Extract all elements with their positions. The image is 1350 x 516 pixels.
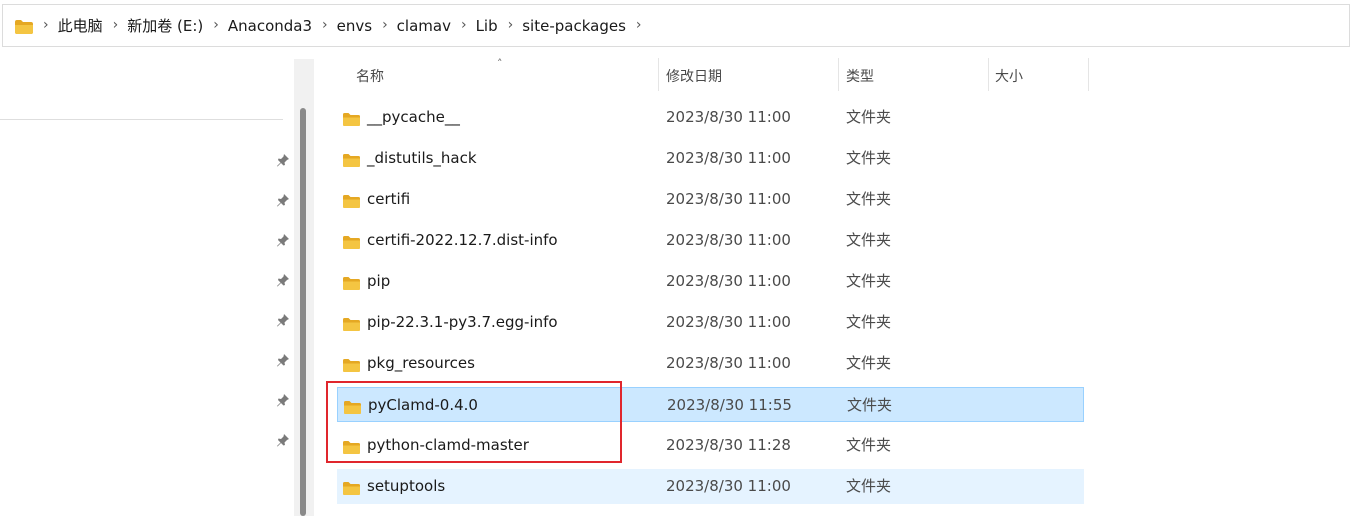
- file-row[interactable]: pip-22.3.1-py3.7.egg-info 2023/8/30 11:00…: [337, 305, 1084, 340]
- breadcrumb-item[interactable]: envs: [337, 17, 372, 35]
- folder-icon: [343, 234, 360, 249]
- column-header-name[interactable]: 名称: [356, 66, 384, 86]
- file-modified-date: 2023/8/30 11:00: [666, 149, 791, 167]
- file-row[interactable]: pkg_resources 2023/8/30 11:00 文件夹: [337, 346, 1084, 381]
- chevron-right-icon[interactable]: ›: [43, 17, 49, 33]
- file-name[interactable]: setuptools: [367, 469, 445, 504]
- file-row[interactable]: _distutils_hack 2023/8/30 11:00 文件夹: [337, 141, 1084, 176]
- file-row[interactable]: setuptools 2023/8/30 11:00 文件夹: [337, 469, 1084, 504]
- folder-icon: [15, 19, 33, 34]
- file-modified-date: 2023/8/30 11:28: [666, 436, 791, 454]
- breadcrumb-item[interactable]: 此电脑: [58, 15, 103, 36]
- file-modified-date: 2023/8/30 11:00: [666, 231, 791, 249]
- chevron-right-icon[interactable]: ›: [213, 17, 219, 33]
- file-type: 文件夹: [846, 190, 892, 208]
- breadcrumb-item[interactable]: 新加卷 (E:): [127, 15, 203, 36]
- sort-ascending-icon: ˄: [497, 57, 503, 70]
- file-modified-date: 2023/8/30 11:00: [666, 477, 791, 495]
- breadcrumb-item[interactable]: clamav: [397, 17, 451, 35]
- file-type: 文件夹: [847, 396, 893, 414]
- file-modified-date: 2023/8/30 11:00: [666, 354, 791, 372]
- pin-icon[interactable]: [276, 433, 290, 447]
- breadcrumb: › 此电脑 › 新加卷 (E:) › Anaconda3 › envs › clamav › Lib ›…: [33, 15, 651, 36]
- file-modified-date: 2023/8/30 11:55: [667, 396, 792, 414]
- folder-icon: [343, 480, 360, 495]
- column-divider[interactable]: [658, 58, 659, 91]
- folder-icon: [343, 152, 360, 167]
- file-modified-date: 2023/8/30 11:00: [666, 108, 791, 126]
- folder-icon: [343, 316, 360, 331]
- file-type: 文件夹: [846, 108, 892, 126]
- pin-icon[interactable]: [276, 193, 290, 207]
- file-type: 文件夹: [846, 436, 892, 454]
- pin-icon[interactable]: [276, 153, 290, 167]
- chevron-right-icon[interactable]: ›: [508, 17, 514, 33]
- nav-divider: [0, 119, 283, 120]
- pin-icon[interactable]: [276, 393, 290, 407]
- file-name[interactable]: __pycache__: [367, 100, 460, 135]
- file-name[interactable]: certifi-2022.12.7.dist-info: [367, 223, 558, 258]
- breadcrumb-item[interactable]: Anaconda3: [228, 17, 312, 35]
- file-type: 文件夹: [846, 477, 892, 495]
- column-divider[interactable]: [1088, 58, 1089, 91]
- file-row[interactable]: certifi-2022.12.7.dist-info 2023/8/30 11:…: [337, 223, 1084, 258]
- column-header-size[interactable]: 大小: [995, 66, 1023, 86]
- pin-icon[interactable]: [276, 313, 290, 327]
- column-header-date[interactable]: 修改日期: [666, 66, 722, 86]
- breadcrumb-item[interactable]: site-packages: [522, 17, 626, 35]
- file-type: 文件夹: [846, 231, 892, 249]
- breadcrumb-item[interactable]: Lib: [476, 17, 498, 35]
- file-modified-date: 2023/8/30 11:00: [666, 313, 791, 331]
- annotation-highlight-box: [326, 381, 622, 463]
- file-type: 文件夹: [846, 272, 892, 290]
- file-modified-date: 2023/8/30 11:00: [666, 190, 791, 208]
- file-type: 文件夹: [846, 354, 892, 372]
- column-header-type[interactable]: 类型: [846, 66, 874, 86]
- chevron-right-icon[interactable]: ›: [113, 17, 119, 33]
- file-modified-date: 2023/8/30 11:00: [666, 272, 791, 290]
- folder-icon: [343, 275, 360, 290]
- file-name[interactable]: pip: [367, 264, 390, 299]
- pin-icon[interactable]: [276, 353, 290, 367]
- file-row[interactable]: pip 2023/8/30 11:00 文件夹: [337, 264, 1084, 299]
- scrollbar-thumb[interactable]: [300, 108, 306, 516]
- pin-icon[interactable]: [276, 233, 290, 247]
- file-name[interactable]: pkg_resources: [367, 346, 475, 381]
- column-divider[interactable]: [988, 58, 989, 91]
- file-name[interactable]: pip-22.3.1-py3.7.egg-info: [367, 305, 558, 340]
- file-name[interactable]: certifi: [367, 182, 410, 217]
- address-bar[interactable]: › 此电脑 › 新加卷 (E:) › Anaconda3 › envs › clamav › Lib ›…: [2, 4, 1350, 47]
- pin-icon[interactable]: [276, 273, 290, 287]
- file-row[interactable]: __pycache__ 2023/8/30 11:00 文件夹: [337, 100, 1084, 135]
- column-divider[interactable]: [838, 58, 839, 91]
- folder-icon: [343, 357, 360, 372]
- chevron-right-icon[interactable]: ›: [636, 17, 642, 33]
- file-type: 文件夹: [846, 313, 892, 331]
- file-type: 文件夹: [846, 149, 892, 167]
- file-row[interactable]: certifi 2023/8/30 11:00 文件夹: [337, 182, 1084, 217]
- chevron-right-icon[interactable]: ›: [461, 17, 467, 33]
- folder-icon: [343, 193, 360, 208]
- chevron-right-icon[interactable]: ›: [382, 17, 388, 33]
- file-name[interactable]: _distutils_hack: [367, 141, 477, 176]
- chevron-right-icon[interactable]: ›: [322, 17, 328, 33]
- folder-icon: [343, 111, 360, 126]
